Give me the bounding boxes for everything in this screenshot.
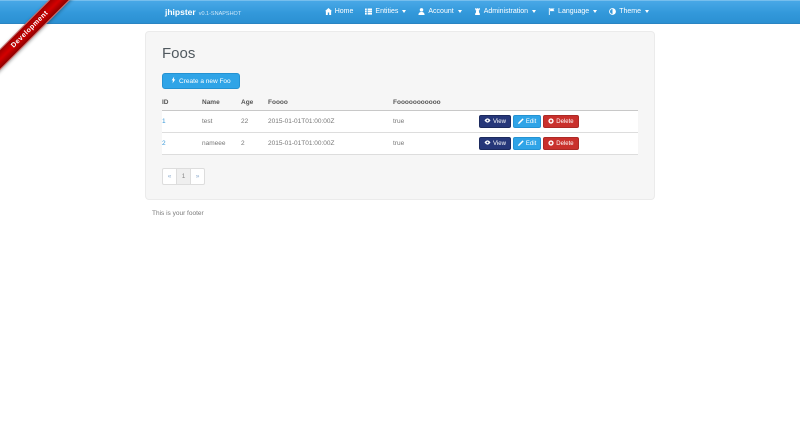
- nav-item-language[interactable]: Language: [542, 0, 603, 23]
- eye-icon: [484, 118, 491, 125]
- nav-item-label: Administration: [484, 8, 528, 15]
- view-button[interactable]: View: [479, 137, 511, 150]
- delete-label: Delete: [556, 141, 573, 147]
- cell-foooo: 2015-01-01T01:00:00Z: [268, 111, 393, 133]
- foos-table: ID Name Age Foooo Fooooooooooo 1 test 22…: [162, 95, 638, 155]
- cell-age: 22: [241, 111, 268, 133]
- nav-item-label: Language: [558, 8, 589, 15]
- chevron-down-icon: [645, 10, 649, 13]
- entities-list-icon: [365, 8, 372, 15]
- pencil-icon: [518, 118, 524, 126]
- theme-adjust-icon: [609, 8, 616, 15]
- navbar-container: jhipster v0.1-SNAPSHOT Home Entities: [145, 0, 655, 23]
- chevron-down-icon: [458, 10, 462, 13]
- brand-link[interactable]: jhipster v0.1-SNAPSHOT: [145, 7, 241, 17]
- flag-icon: [548, 8, 555, 15]
- navbar: jhipster v0.1-SNAPSHOT Home Entities: [0, 0, 800, 24]
- column-header-age: Age: [241, 95, 268, 111]
- edit-button[interactable]: Edit: [513, 115, 541, 128]
- cell-age: 2: [241, 133, 268, 155]
- row-id-link[interactable]: 1: [162, 118, 166, 125]
- page-title: Foos: [162, 45, 638, 62]
- cell-name: nameee: [202, 133, 241, 155]
- edit-label: Edit: [526, 141, 536, 147]
- pagination-last-button[interactable]: »: [190, 168, 205, 185]
- home-icon: [325, 8, 332, 15]
- brand-version: v0.1-SNAPSHOT: [199, 11, 241, 17]
- chevron-down-icon: [593, 10, 597, 13]
- chevron-down-icon: [402, 10, 406, 13]
- delete-button[interactable]: Delete: [543, 115, 578, 128]
- delete-label: Delete: [556, 119, 573, 125]
- column-header-foooo: Foooo: [268, 95, 393, 111]
- table-row: 2 nameee 2 2015-01-01T01:00:00Z true Vie…: [162, 133, 638, 155]
- remove-circle-icon: [548, 118, 554, 126]
- table-row: 1 test 22 2015-01-01T01:00:00Z true View: [162, 111, 638, 133]
- nav-item-home[interactable]: Home: [319, 0, 360, 23]
- column-header-id: ID: [162, 95, 202, 111]
- cell-name: test: [202, 111, 241, 133]
- nav-item-entities[interactable]: Entities: [359, 0, 412, 23]
- pencil-icon: [518, 140, 524, 148]
- pagination: « 1 »: [162, 168, 638, 185]
- column-header-fooooooooooo: Fooooooooooo: [393, 95, 479, 111]
- nav-item-label: Home: [335, 8, 354, 15]
- brand-name: jhipster: [165, 7, 196, 17]
- edit-label: Edit: [526, 119, 536, 125]
- user-icon: [418, 8, 425, 15]
- nav-item-administration[interactable]: Administration: [468, 0, 542, 23]
- edit-button[interactable]: Edit: [513, 137, 541, 150]
- nav-item-label: Entities: [375, 8, 398, 15]
- pagination-page-1[interactable]: 1: [176, 168, 191, 185]
- nav-item-theme[interactable]: Theme: [603, 0, 655, 23]
- pagination-first-button[interactable]: «: [162, 168, 177, 185]
- create-foo-button[interactable]: Create a new Foo: [162, 73, 240, 89]
- chevron-down-icon: [532, 10, 536, 13]
- row-id-link[interactable]: 2: [162, 140, 166, 147]
- flash-icon: [171, 76, 176, 86]
- create-foo-label: Create a new Foo: [179, 78, 231, 85]
- tower-icon: [474, 8, 481, 15]
- remove-circle-icon: [548, 140, 554, 148]
- cell-fooooooooooo: true: [393, 133, 479, 155]
- cell-foooo: 2015-01-01T01:00:00Z: [268, 133, 393, 155]
- eye-icon: [484, 140, 491, 147]
- delete-button[interactable]: Delete: [543, 137, 578, 150]
- view-label: View: [493, 119, 506, 125]
- page-footer: This is your footer: [145, 210, 655, 217]
- view-button[interactable]: View: [479, 115, 511, 128]
- column-header-actions: [479, 95, 638, 111]
- nav-item-label: Theme: [619, 8, 641, 15]
- view-label: View: [493, 141, 506, 147]
- nav-item-account[interactable]: Account: [412, 0, 467, 23]
- row-actions: View Edit Delete: [479, 137, 636, 150]
- row-actions: View Edit Delete: [479, 115, 636, 128]
- table-header-row: ID Name Age Foooo Fooooooooooo: [162, 95, 638, 111]
- nav-menu: Home Entities Account Adminis: [319, 0, 655, 23]
- column-header-name: Name: [202, 95, 241, 111]
- nav-item-label: Account: [428, 8, 453, 15]
- foos-panel: Foos Create a new Foo ID Name Age Foooo …: [145, 31, 655, 200]
- cell-fooooooooooo: true: [393, 111, 479, 133]
